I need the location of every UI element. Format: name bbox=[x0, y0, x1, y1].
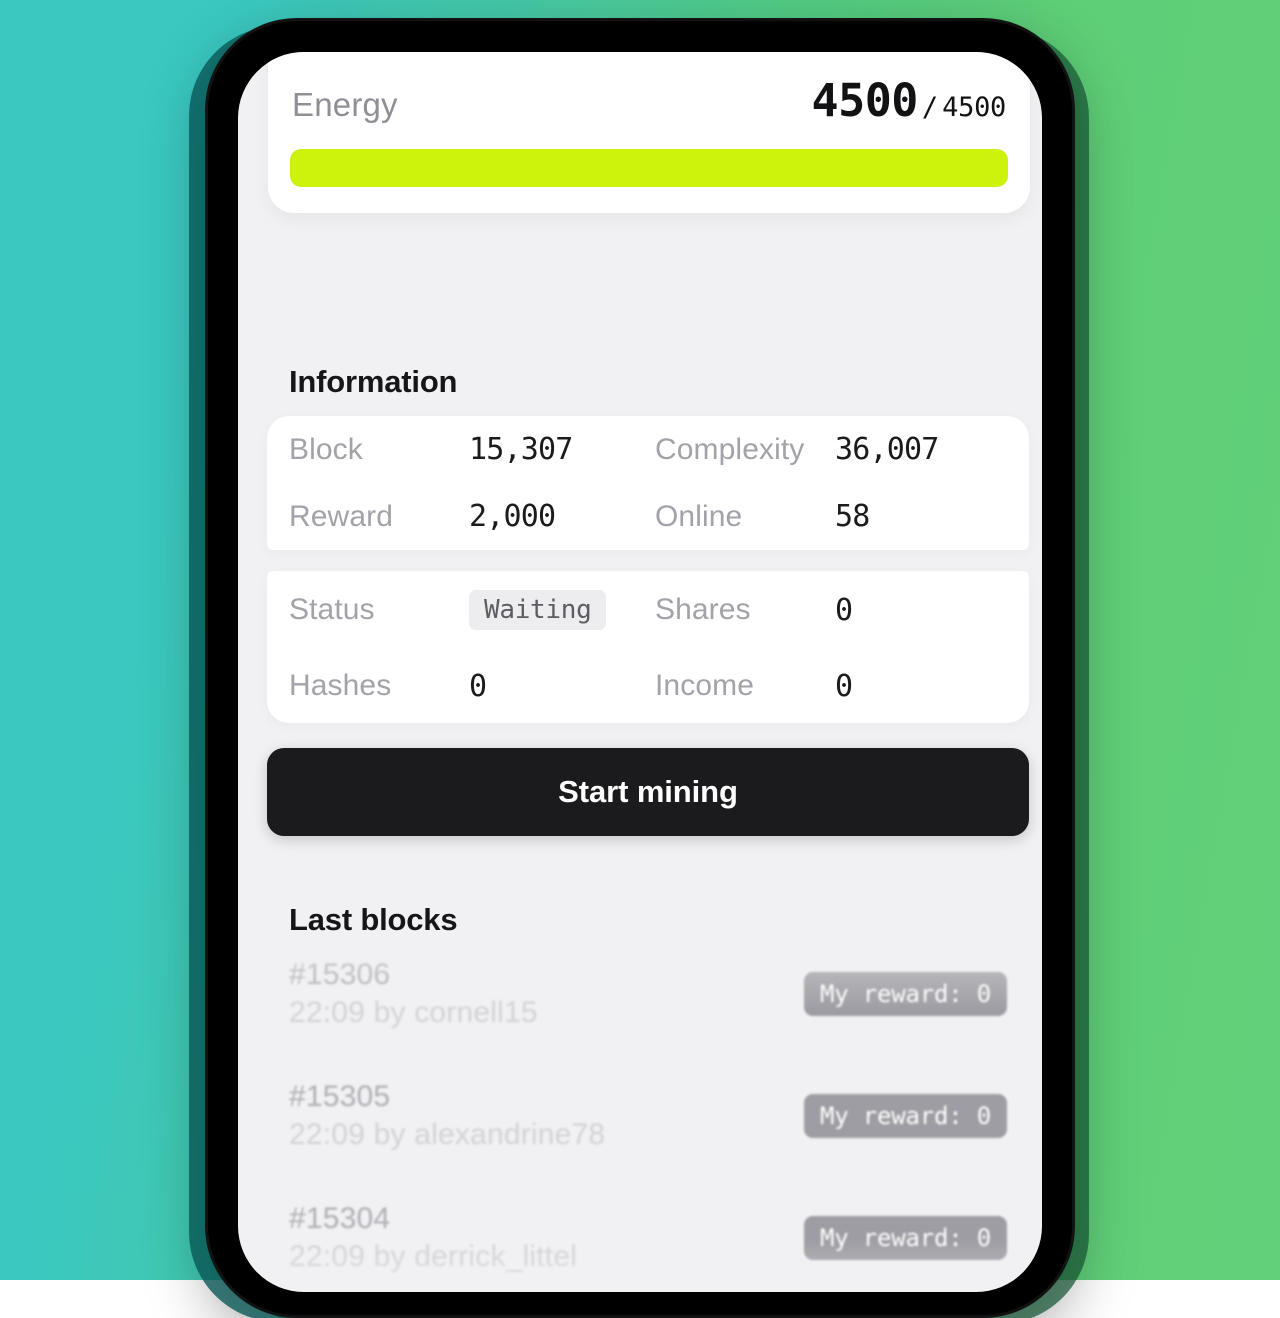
phone-screen: Energy 4500 / 4500 Information Block 15,… bbox=[238, 52, 1042, 1292]
information-card-primary: Block 15,307 Complexity 36,007 Reward 2,… bbox=[267, 416, 1029, 550]
block-item-info: #15305 22:09 by alexandrine78 bbox=[289, 1080, 605, 1152]
information-section-title: Information bbox=[289, 364, 457, 400]
block-item-info: #15304 22:09 by derrick_littel bbox=[289, 1202, 577, 1274]
block-list-item[interactable]: #15305 22:09 by alexandrine78 My reward: 0 bbox=[267, 1072, 1029, 1194]
info-value-income: 0 bbox=[835, 669, 1007, 704]
info-label-block: Block bbox=[289, 433, 469, 467]
energy-value-group: 4500 / 4500 bbox=[812, 74, 1006, 127]
block-item-reward-badge: My reward: 0 bbox=[804, 1094, 1007, 1138]
block-item-reward-badge: My reward: 0 bbox=[804, 972, 1007, 1016]
block-item-id: #15306 bbox=[289, 958, 538, 992]
status-badge: Waiting bbox=[469, 590, 606, 630]
info-label-hashes: Hashes bbox=[289, 669, 469, 703]
info-label-reward: Reward bbox=[289, 500, 469, 534]
info-value-shares: 0 bbox=[835, 593, 1007, 628]
information-grid-secondary: Status Waiting Shares 0 Hashes 0 Income … bbox=[267, 571, 1029, 723]
block-list-item[interactable]: #15304 22:09 by derrick_littel My reward: … bbox=[267, 1194, 1029, 1292]
info-label-status: Status bbox=[289, 593, 469, 627]
block-item-meta: 22:09 by derrick_littel bbox=[289, 1240, 577, 1274]
block-item-meta: 22:09 by cornell15 bbox=[289, 996, 538, 1030]
block-item-meta: 22:09 by alexandrine78 bbox=[289, 1118, 605, 1152]
block-item-id: #15305 bbox=[289, 1080, 605, 1114]
status-badge-wrap: Waiting bbox=[469, 590, 655, 630]
energy-max-value: 4500 bbox=[942, 92, 1006, 123]
information-grid-primary: Block 15,307 Complexity 36,007 Reward 2,… bbox=[267, 416, 1029, 550]
info-value-online: 58 bbox=[835, 499, 1007, 534]
block-item-reward-badge: My reward: 0 bbox=[804, 1216, 1007, 1260]
info-label-complexity: Complexity bbox=[655, 433, 835, 467]
block-item-info: #15306 22:09 by cornell15 bbox=[289, 958, 538, 1030]
info-value-hashes: 0 bbox=[469, 669, 655, 704]
last-blocks-list[interactable]: #1530622:09 by cornell15My reward: 0#153… bbox=[267, 950, 1029, 1292]
information-card-secondary: Status Waiting Shares 0 Hashes 0 Income … bbox=[267, 571, 1029, 723]
info-label-online: Online bbox=[655, 500, 835, 534]
info-value-complexity: 36,007 bbox=[835, 432, 1007, 467]
energy-header-row: Energy 4500 / 4500 bbox=[290, 74, 1008, 127]
info-label-shares: Shares bbox=[655, 593, 835, 627]
energy-current-value: 4500 bbox=[812, 74, 918, 127]
info-value-block: 15,307 bbox=[469, 432, 655, 467]
energy-separator: / bbox=[922, 92, 938, 123]
energy-card: Energy 4500 / 4500 bbox=[268, 52, 1030, 213]
energy-progress-track bbox=[290, 149, 1008, 187]
start-mining-button[interactable]: Start mining bbox=[267, 748, 1029, 836]
block-list-item[interactable]: #15306 22:09 by cornell15 My reward: 0 bbox=[267, 950, 1029, 1072]
block-item-id: #15304 bbox=[289, 1202, 577, 1236]
info-value-reward: 2,000 bbox=[469, 499, 655, 534]
energy-label: Energy bbox=[292, 86, 398, 124]
info-label-income: Income bbox=[655, 669, 835, 703]
energy-progress-fill bbox=[290, 149, 1008, 187]
last-blocks-section-title: Last blocks bbox=[289, 902, 457, 938]
